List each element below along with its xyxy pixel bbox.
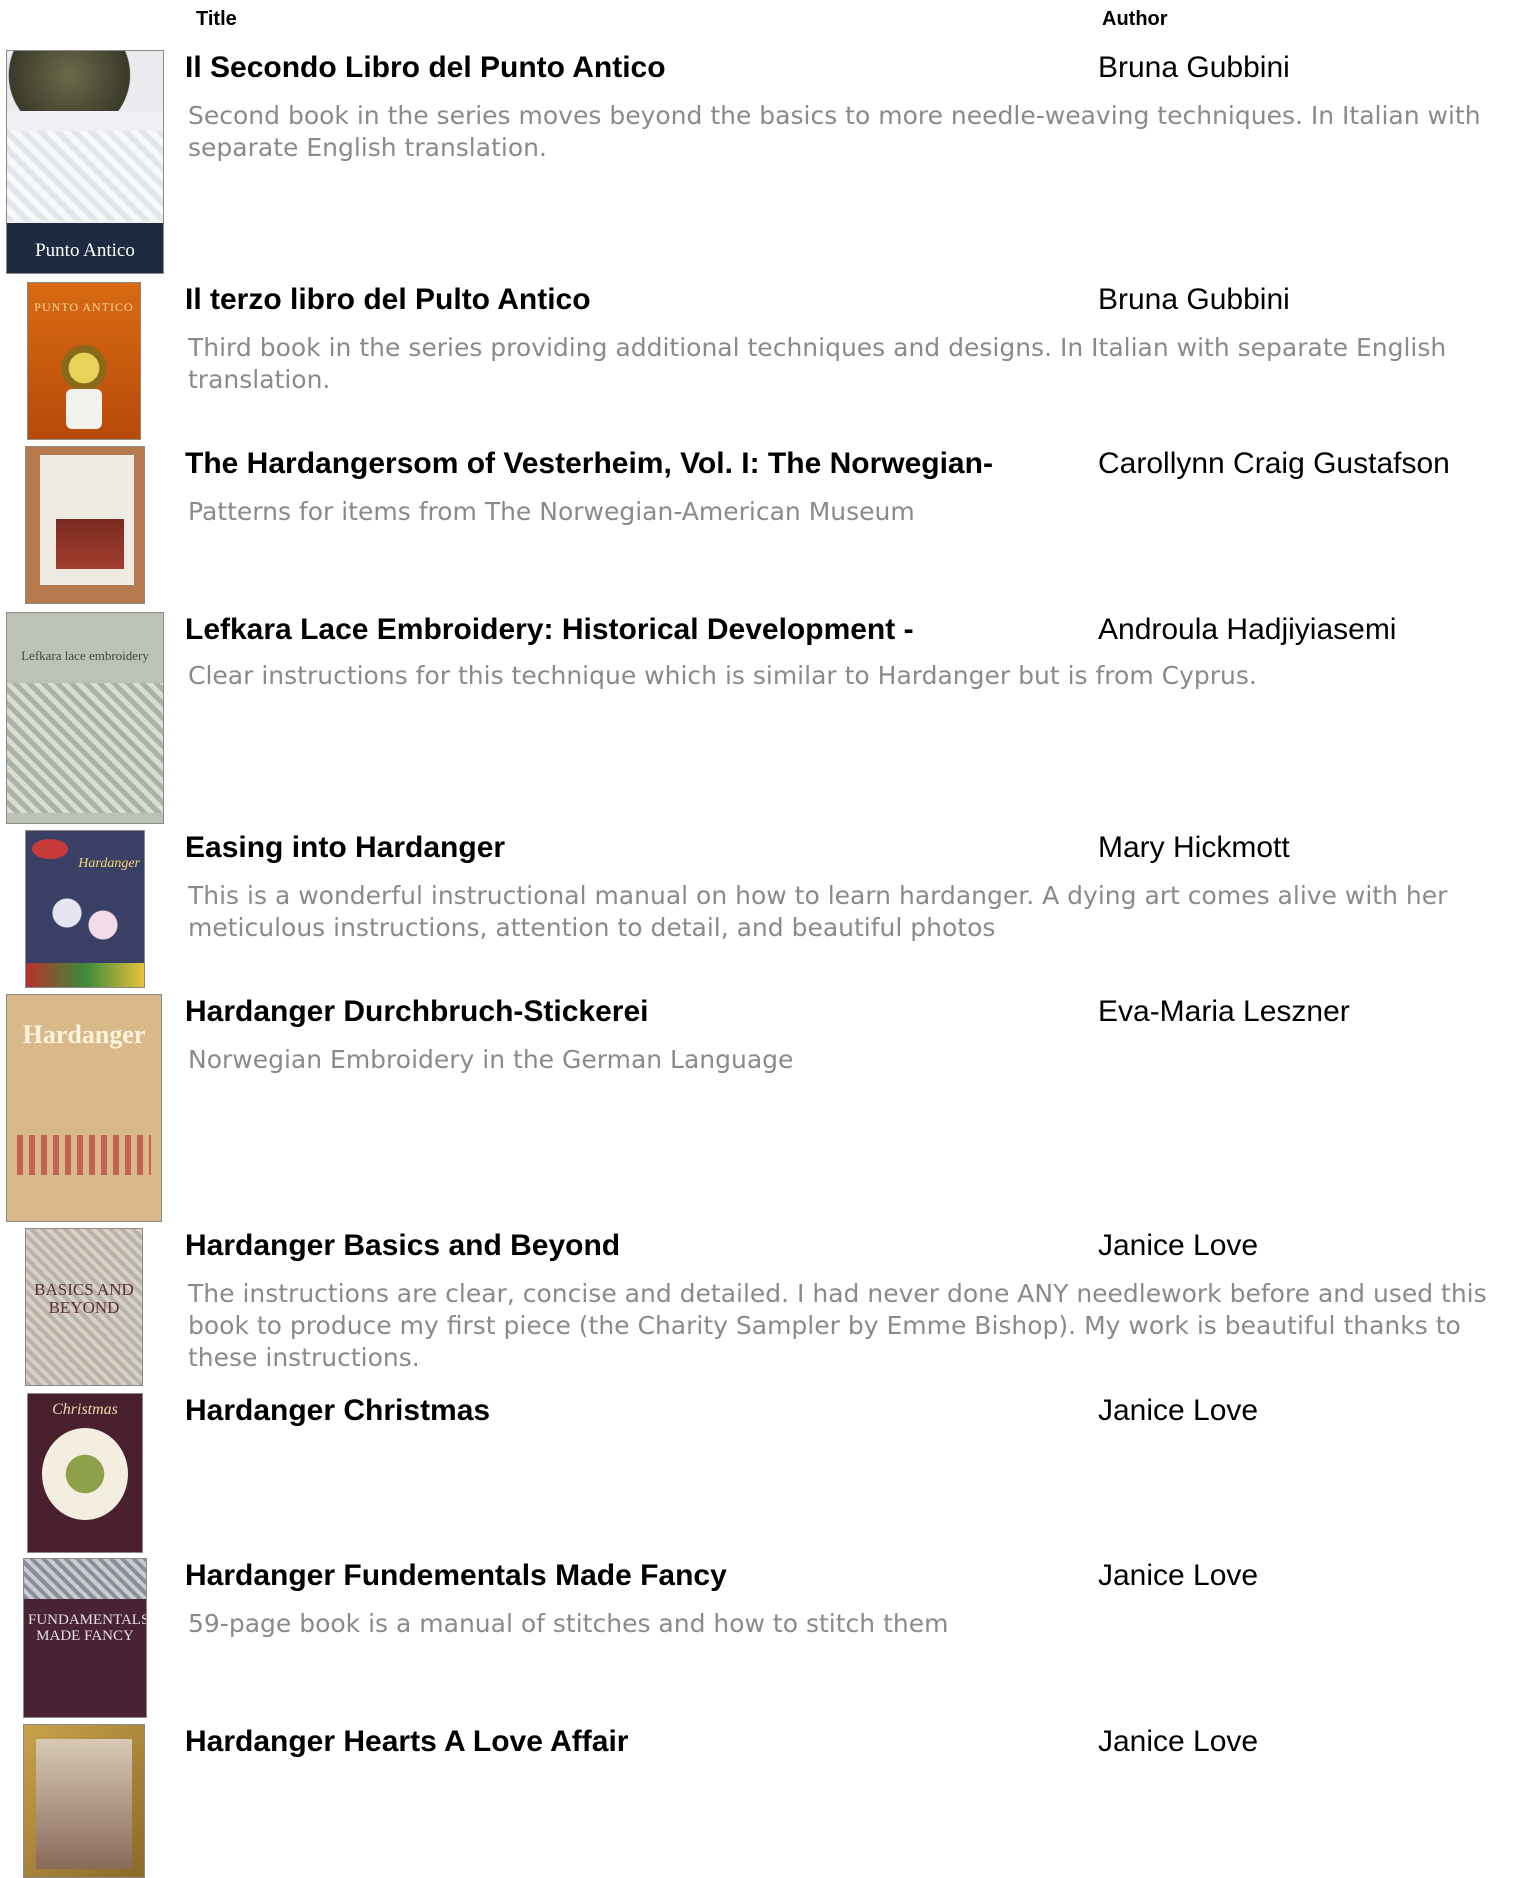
book-author: Androula Hadjiyiasemi xyxy=(1098,613,1397,646)
cover-title: PUNTO ANTICO xyxy=(34,300,134,314)
book-description: 59-page book is a manual of stitches and… xyxy=(188,1609,949,1638)
book-description: The instructions are clear, concise and … xyxy=(188,1279,1487,1372)
list-item: Hardanger Easing into Hardanger Mary Hic… xyxy=(0,830,1538,988)
book-description: Clear instructions for this technique wh… xyxy=(188,661,1257,690)
cover-title: Hardanger xyxy=(22,1020,146,1049)
list-item: BASICS AND BEYOND Hardanger Basics and B… xyxy=(0,1228,1538,1386)
book-cover-image[interactable]: Hardanger xyxy=(25,830,145,988)
cover-title: Punto Antico xyxy=(35,240,135,262)
list-item: The Hardangersom of Vesterheim, Vol. I: … xyxy=(0,446,1538,604)
book-title[interactable]: Hardanger Durchbruch-Stickerei xyxy=(185,994,648,1030)
book-cover-image[interactable]: FUNDAMENTALS MADE FANCY xyxy=(23,1558,147,1718)
book-title[interactable]: Hardanger Hearts A Love Affair xyxy=(185,1724,628,1760)
list-item: Lefkara lace embroidery Lefkara Lace Emb… xyxy=(0,612,1538,824)
book-cover-image[interactable]: Lefkara lace embroidery xyxy=(6,612,164,824)
list-item: Hardanger Hearts A Love Affair Janice Lo… xyxy=(0,1724,1538,1878)
book-description: Third book in the series providing addit… xyxy=(188,333,1447,394)
book-title[interactable]: Hardanger Basics and Beyond xyxy=(185,1228,620,1264)
cover-title: Lefkara lace embroidery xyxy=(21,648,149,663)
book-author: Janice Love xyxy=(1098,1559,1259,1592)
book-description: Patterns for items from The Norwegian-Am… xyxy=(188,497,915,526)
book-title[interactable]: Hardanger Fundementals Made Fancy xyxy=(185,1558,727,1594)
book-cover-image[interactable] xyxy=(25,446,145,604)
list-item: FUNDAMENTALS MADE FANCY Hardanger Fundem… xyxy=(0,1558,1538,1718)
book-author: Janice Love xyxy=(1098,1229,1259,1262)
book-cover-image[interactable]: Punto Antico xyxy=(6,50,164,274)
book-title[interactable]: Hardanger Christmas xyxy=(185,1393,490,1429)
author-column-header: Author xyxy=(1102,8,1168,30)
book-cover-image[interactable]: PUNTO ANTICO xyxy=(27,282,141,440)
book-description: Second book in the series moves beyond t… xyxy=(188,101,1481,162)
title-column-header: Title xyxy=(196,8,237,30)
book-author: Mary Hickmott xyxy=(1098,831,1290,864)
list-item: PUNTO ANTICO Il terzo libro del Pulto An… xyxy=(0,282,1538,440)
book-title[interactable]: Lefkara Lace Embroidery: Historical Deve… xyxy=(185,612,914,648)
book-title[interactable]: Il terzo libro del Pulto Antico xyxy=(185,282,591,318)
book-author: Janice Love xyxy=(1098,1394,1259,1427)
book-cover-image[interactable]: Hardanger xyxy=(6,994,162,1222)
book-author: Bruna Gubbini xyxy=(1098,51,1290,84)
list-item: Punto Antico Il Secondo Libro del Punto … xyxy=(0,50,1538,274)
book-cover-image[interactable]: BASICS AND BEYOND xyxy=(25,1228,143,1386)
book-title[interactable]: Il Secondo Libro del Punto Antico xyxy=(185,50,666,86)
book-cover-image[interactable] xyxy=(23,1724,145,1878)
list-item: Christmas Hardanger Christmas Janice Lov… xyxy=(0,1393,1538,1553)
cover-title: BASICS AND BEYOND xyxy=(34,1280,134,1317)
cover-title: Christmas xyxy=(52,1401,118,1418)
book-author: Janice Love xyxy=(1098,1725,1259,1758)
list-item: Hardanger Hardanger Durchbruch-Stickerei… xyxy=(0,994,1538,1222)
book-author: Bruna Gubbini xyxy=(1098,283,1290,316)
book-description: Norwegian Embroidery in the German Langu… xyxy=(188,1045,794,1074)
book-description: This is a wonderful instructional manual… xyxy=(188,881,1448,942)
book-cover-image[interactable]: Christmas xyxy=(27,1393,143,1553)
book-author: Carollynn Craig Gustafson xyxy=(1098,447,1450,480)
cover-title: FUNDAMENTALS MADE FANCY xyxy=(28,1612,147,1644)
book-title[interactable]: The Hardangersom of Vesterheim, Vol. I: … xyxy=(185,446,993,482)
book-title[interactable]: Easing into Hardanger xyxy=(185,830,505,866)
book-author: Eva-Maria Leszner xyxy=(1098,995,1350,1028)
cover-title: Hardanger xyxy=(78,856,140,871)
